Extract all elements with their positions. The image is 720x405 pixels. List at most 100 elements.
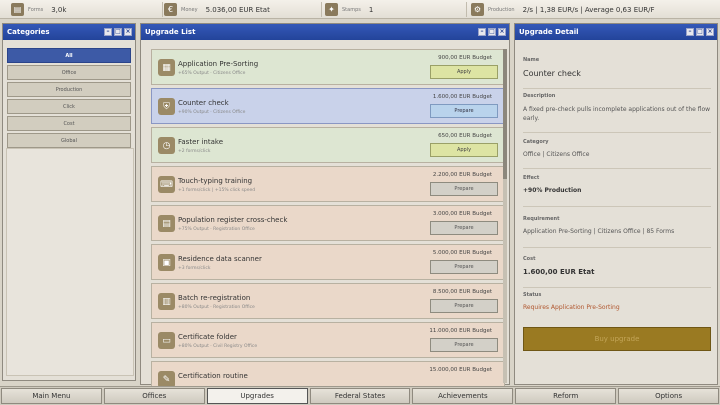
upgrade-name: Batch re-registration bbox=[178, 294, 251, 302]
sorting-icon: ▦ bbox=[158, 59, 175, 76]
detail-description-value: A fixed pre-check pulls incomplete appli… bbox=[523, 106, 711, 122]
upgrade-item[interactable]: ▣ Residence data scanner +3 forms/click … bbox=[151, 244, 505, 280]
upgrade-cost: 3.000,00 EUR Budget bbox=[432, 211, 492, 217]
maximize-icon[interactable]: □ bbox=[488, 28, 496, 36]
tab-main-menu[interactable]: Main Menu bbox=[1, 388, 102, 404]
upgrade-desc: +1 forms/click | +15% click speed bbox=[178, 188, 256, 193]
scanner-icon: ▣ bbox=[158, 254, 175, 271]
categories-header: Categories – □ × bbox=[3, 24, 135, 40]
detail-requirement-section: Requirement Application Pre-Sorting | Ci… bbox=[523, 216, 711, 248]
money-icon: € bbox=[164, 3, 177, 16]
tab-upgrades[interactable]: Upgrades bbox=[206, 388, 308, 404]
upgrade-item[interactable]: ⌨ Touch-typing training +1 forms/click |… bbox=[151, 166, 505, 202]
detail-cost-section: Cost 1.600,00 EUR Etat bbox=[523, 256, 711, 288]
upgrade-desc: +2 forms/click bbox=[178, 149, 211, 154]
upgrade-cost: 8.500,00 EUR Budget bbox=[432, 289, 492, 295]
upgrade-item[interactable]: ▥ Batch re-registration +80% Output · Re… bbox=[151, 283, 505, 319]
upgrade-item[interactable]: ⛨ Counter check +90% Output · Citizens O… bbox=[151, 88, 505, 124]
production-value: 2/s | 1,38 EUR/s | Average 0,63 EUR/F bbox=[522, 5, 655, 14]
detail-name-label: Name bbox=[523, 57, 540, 63]
upgrade-list-scrollbar[interactable] bbox=[503, 49, 507, 383]
upgrade-list: ▦ Application Pre-Sorting +65% Output · … bbox=[151, 49, 505, 397]
production-icon: ⚙ bbox=[471, 3, 484, 16]
tab-reform[interactable]: Reform bbox=[515, 388, 617, 404]
upgrade-name: Counter check bbox=[178, 99, 229, 107]
upgrade-cost: 900,00 EUR Budget bbox=[438, 55, 492, 61]
upgrade-name: Certification routine bbox=[178, 372, 248, 380]
upgrade-cost: 650,00 EUR Budget bbox=[438, 133, 492, 139]
upgrade-item[interactable]: ▦ Application Pre-Sorting +65% Output · … bbox=[151, 49, 505, 85]
resource-bar: ▤ Forms 3,0k € Money 5.036,00 EUR Etat ✦… bbox=[0, 0, 720, 19]
detail-description-label: Description bbox=[523, 93, 556, 99]
category-click[interactable]: Click bbox=[7, 99, 131, 114]
detail-requirement-label: Requirement bbox=[523, 216, 560, 222]
detail-description-section: Description A fixed pre-check pulls inco… bbox=[523, 93, 711, 133]
category-cost[interactable]: Cost bbox=[7, 116, 131, 131]
category-production[interactable]: Production bbox=[7, 82, 131, 97]
buy-upgrade-button[interactable]: Buy upgrade bbox=[523, 327, 711, 351]
category-empty-area bbox=[6, 148, 134, 376]
detail-name-value: Counter check bbox=[523, 69, 581, 78]
apply-button[interactable]: Apply bbox=[430, 65, 498, 79]
prepare-button[interactable]: Prepare bbox=[430, 104, 498, 118]
bottom-navigation: Main Menu Offices Upgrades Federal State… bbox=[0, 386, 720, 405]
detail-category-section: Category Office | Citizens Office bbox=[523, 139, 711, 169]
maximize-icon[interactable]: □ bbox=[696, 28, 704, 36]
categories-panel: Categories – □ × All Office Production C… bbox=[2, 23, 136, 381]
money-label: Money bbox=[181, 6, 198, 13]
tab-offices[interactable]: Offices bbox=[103, 388, 205, 404]
detail-status-label: Status bbox=[523, 292, 542, 298]
money-stat: € Money 5.036,00 EUR Etat bbox=[164, 0, 270, 19]
upgrade-name: Residence data scanner bbox=[178, 255, 262, 263]
apply-button[interactable]: Apply bbox=[430, 143, 498, 157]
tab-federal-states[interactable]: Federal States bbox=[309, 388, 411, 404]
keyboard-icon: ⌨ bbox=[158, 176, 175, 193]
upgrade-desc: +75% Output · Registration Office bbox=[178, 227, 255, 232]
upgrade-cost: 15.000,00 EUR Budget bbox=[429, 367, 492, 373]
category-global[interactable]: Global bbox=[7, 133, 131, 148]
upgrade-desc: +90% Output · Citizens Office bbox=[178, 110, 246, 115]
production-label: Production bbox=[488, 6, 515, 13]
forms-label: Forms bbox=[28, 6, 44, 13]
tab-options[interactable]: Options bbox=[618, 388, 720, 404]
stamps-stat: ✦ Stamps 1 bbox=[325, 0, 373, 19]
upgrade-name: Application Pre-Sorting bbox=[178, 60, 259, 68]
upgrade-name: Population register cross-check bbox=[178, 216, 288, 224]
prepare-button[interactable]: Prepare bbox=[430, 260, 498, 274]
upgrade-list-panel: Upgrade List – □ × ▦ Application Pre-Sor… bbox=[140, 23, 510, 397]
close-icon[interactable]: × bbox=[706, 28, 714, 36]
prepare-button[interactable]: Prepare bbox=[430, 338, 498, 352]
stamps-icon: ✦ bbox=[325, 3, 338, 16]
close-icon[interactable]: × bbox=[498, 28, 506, 36]
category-office[interactable]: Office bbox=[7, 65, 131, 80]
batch-icon: ▥ bbox=[158, 293, 175, 310]
shield-icon: ⛨ bbox=[158, 98, 175, 115]
category-list: All Office Production Click Cost Global bbox=[7, 48, 131, 150]
minimize-icon[interactable]: – bbox=[686, 28, 694, 36]
upgrade-cost: 5.000,00 EUR Budget bbox=[432, 250, 492, 256]
upgrade-cost: 2.200,00 EUR Budget bbox=[432, 172, 492, 178]
category-all[interactable]: All bbox=[7, 48, 131, 63]
tab-achievements[interactable]: Achievements bbox=[412, 388, 514, 404]
prepare-button[interactable]: Prepare bbox=[430, 182, 498, 196]
prepare-button[interactable]: Prepare bbox=[430, 221, 498, 235]
upgrade-item[interactable]: ▤ Population register cross-check +75% O… bbox=[151, 205, 505, 241]
money-value: 5.036,00 EUR Etat bbox=[205, 5, 270, 14]
upgrade-name: Faster intake bbox=[178, 138, 224, 146]
upgrade-item[interactable]: ▭ Certificate folder +80% Output · Civil… bbox=[151, 322, 505, 358]
upgrade-desc: +3 forms/click bbox=[178, 266, 211, 271]
detail-status-value: Requires Application Pre-Sorting bbox=[523, 304, 620, 311]
upgrade-list-header: Upgrade List – □ × bbox=[141, 24, 509, 40]
maximize-icon[interactable]: □ bbox=[114, 28, 122, 36]
minimize-icon[interactable]: – bbox=[104, 28, 112, 36]
upgrade-cost: 11.000,00 EUR Budget bbox=[429, 328, 492, 334]
upgrade-list-title: Upgrade List bbox=[145, 28, 196, 36]
forms-stat: ▤ Forms 3,0k bbox=[11, 0, 66, 19]
stamps-label: Stamps bbox=[342, 6, 361, 13]
minimize-icon[interactable]: – bbox=[478, 28, 486, 36]
scroll-thumb[interactable] bbox=[503, 49, 507, 179]
prepare-button[interactable]: Prepare bbox=[430, 299, 498, 313]
stamps-value: 1 bbox=[368, 5, 374, 14]
close-icon[interactable]: × bbox=[124, 28, 132, 36]
upgrade-item[interactable]: ◷ Faster intake +2 forms/click 650,00 EU… bbox=[151, 127, 505, 163]
